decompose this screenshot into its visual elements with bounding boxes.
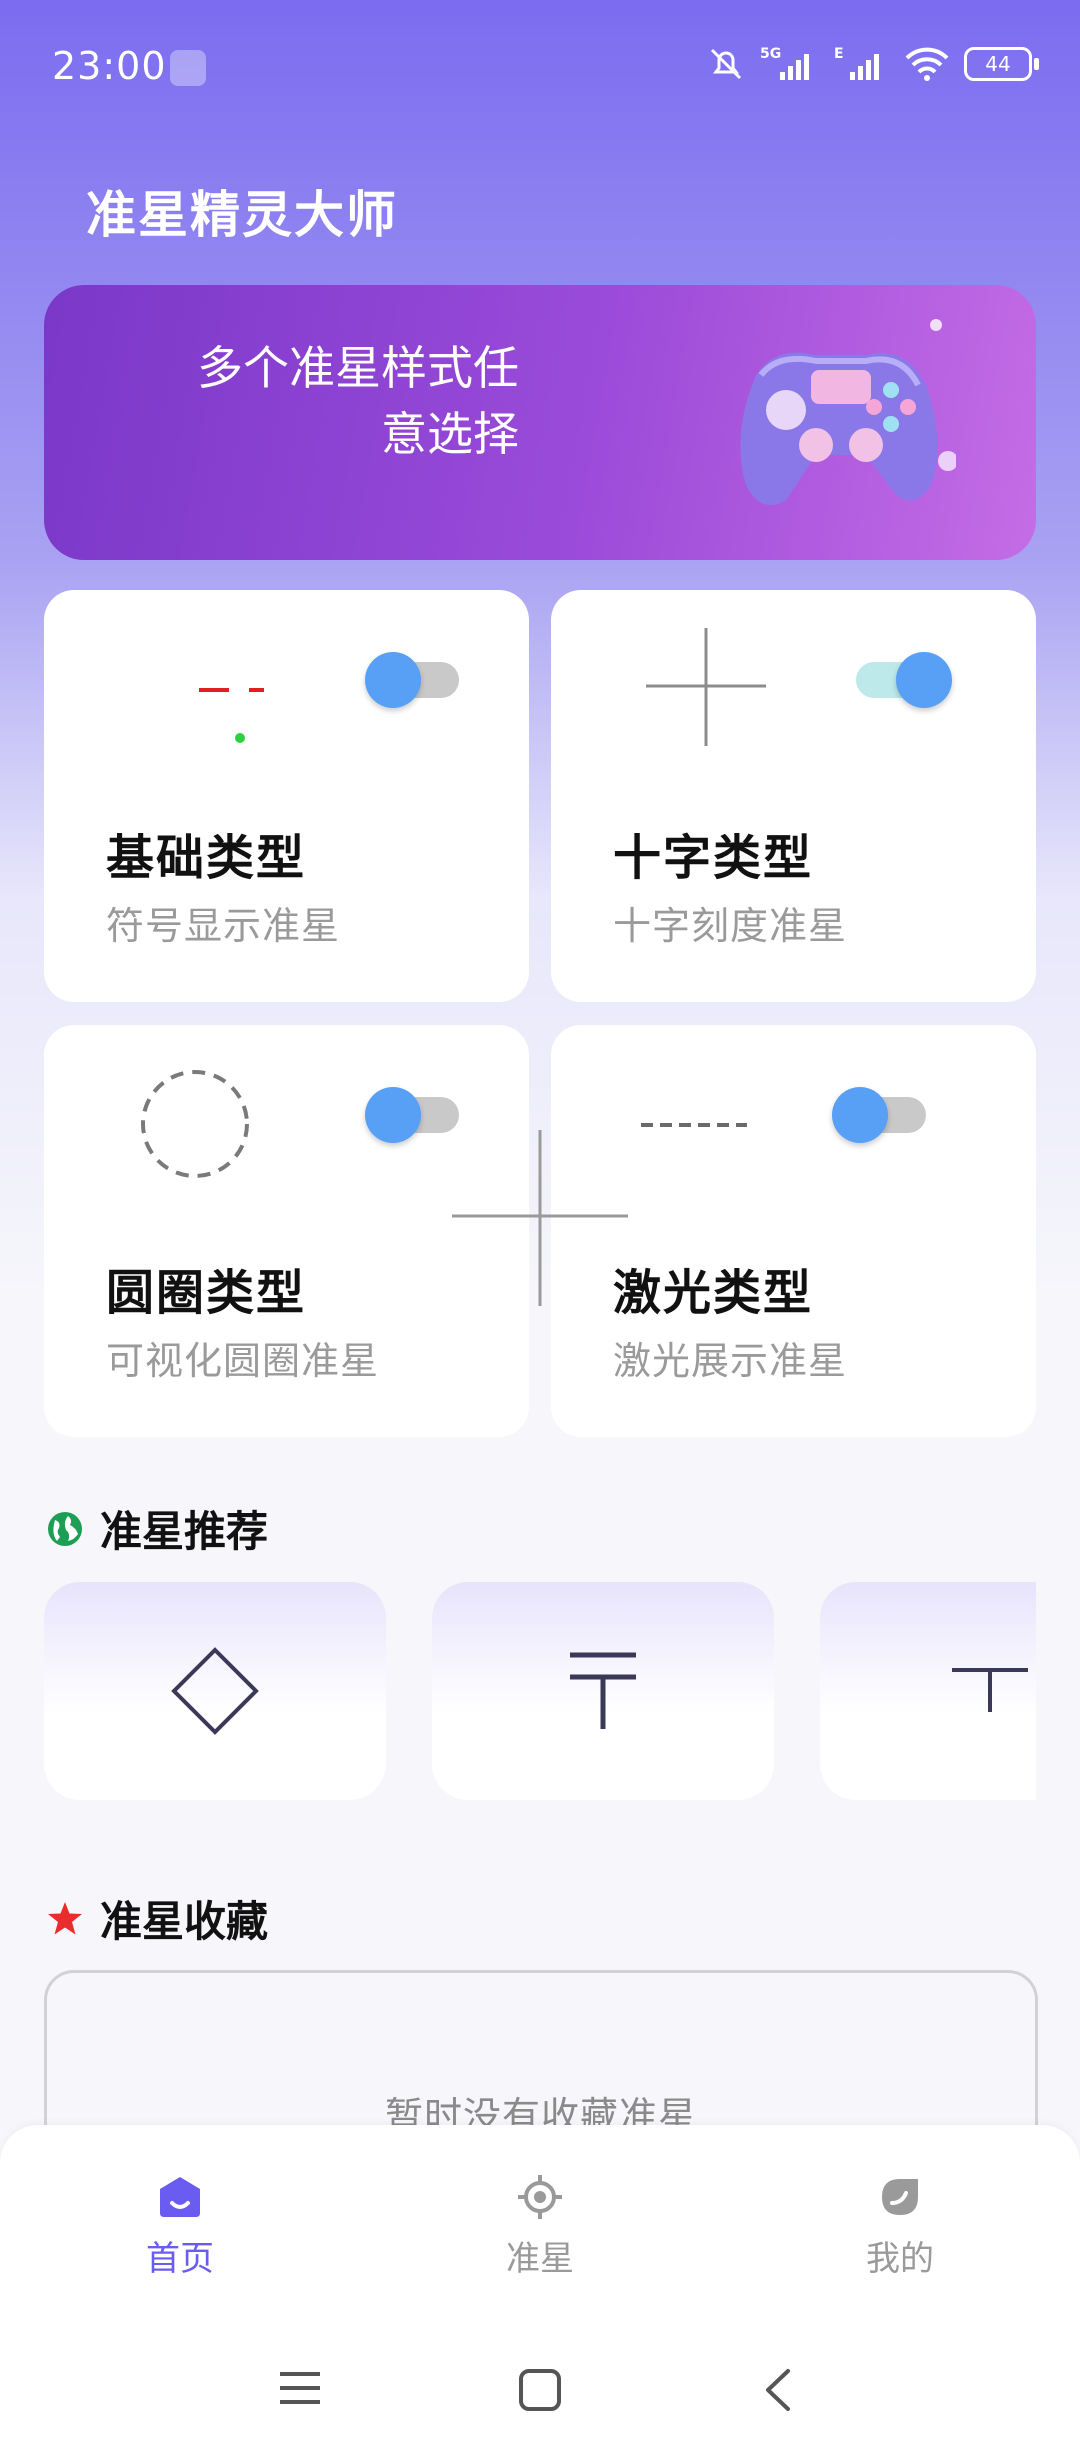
tab-label: 首页 (146, 2239, 214, 2279)
toggle-knob (365, 652, 421, 708)
wifi-icon (905, 47, 949, 81)
recommend-item[interactable] (44, 1582, 386, 1800)
back-icon[interactable] (758, 2368, 798, 2412)
svg-text:5G: 5G (760, 46, 781, 62)
status-time: 23:00 (52, 44, 167, 88)
signal-5g-icon: 5G (760, 46, 809, 80)
crosshair-icon (518, 2175, 562, 2219)
tab-profile[interactable]: 我的 (800, 2173, 1000, 2280)
card-subtitle: 激光展示准星 (613, 1339, 848, 1383)
laser-type-toggle[interactable] (832, 1087, 926, 1143)
circle-crosshair-icon (141, 1070, 249, 1178)
card-subtitle: 可视化圆圈准星 (106, 1339, 380, 1383)
card-title: 激光类型 (613, 1265, 814, 1321)
star-icon (48, 1901, 82, 1934)
recommend-item[interactable] (820, 1582, 1036, 1800)
tab-label: 准星 (506, 2239, 574, 2279)
wrench-icon (170, 50, 206, 86)
basic-crosshair-icon (199, 688, 264, 743)
toggle-knob (896, 652, 952, 708)
toggle-knob (832, 1087, 888, 1143)
recommend-title: 准星推荐 (100, 1507, 269, 1556)
basic-type-toggle[interactable] (365, 652, 459, 708)
menu-icon[interactable] (278, 2368, 322, 2408)
status-bar: 23:00 5G E 44 (0, 0, 1080, 136)
active-crosshair-overlay (452, 1130, 628, 1306)
battery-icon: 44 (964, 47, 1039, 81)
svg-text:E: E (834, 46, 844, 62)
card-subtitle: 十字刻度准星 (613, 904, 848, 948)
recommend-item[interactable] (432, 1582, 774, 1800)
signal-e-icon: E (834, 46, 879, 80)
mute-bell-icon (710, 48, 742, 80)
favorites-title: 准星收藏 (100, 1897, 269, 1946)
recommend-header: 准星推荐 (46, 1498, 268, 1559)
banner-text: 多个准星样式任 意选择 (124, 335, 519, 467)
circle-type-toggle[interactable] (365, 1087, 459, 1143)
cross-crosshair-icon (646, 628, 766, 746)
home-square-icon[interactable] (518, 2368, 562, 2412)
banner-line-2: 意选择 (381, 407, 519, 461)
gamepad-icon (740, 319, 956, 505)
card-title: 圆圈类型 (106, 1265, 307, 1321)
globe-icon (48, 1511, 82, 1546)
toggle-knob (365, 1087, 421, 1143)
favorites-header: 准星收藏 (46, 1888, 268, 1949)
card-subtitle: 符号显示准星 (106, 904, 341, 948)
banner-line-1: 多个准星样式任 (197, 341, 519, 395)
banner[interactable]: 多个准星样式任 意选择 (44, 285, 1036, 560)
status-icons: 5G E 44 (706, 44, 1039, 84)
tab-home[interactable]: 首页 (80, 2173, 280, 2280)
diamond-crosshair-icon (171, 1647, 259, 1735)
profile-icon (882, 2179, 918, 2215)
tab-crosshair[interactable]: 准星 (440, 2173, 640, 2280)
card-title: 基础类型 (106, 830, 307, 886)
card-basic-type[interactable]: 基础类型 符号显示准星 (44, 590, 529, 1002)
cross-type-toggle[interactable] (856, 652, 952, 708)
double-tee-crosshair-icon (570, 1652, 636, 1729)
home-icon (160, 2177, 200, 2217)
laser-crosshair-icon (641, 1123, 747, 1127)
recommend-list (44, 1582, 1036, 1800)
app-title: 准星精灵大师 (86, 186, 398, 244)
card-cross-type[interactable]: 十字类型 十字刻度准星 (551, 590, 1036, 1002)
card-title: 十字类型 (613, 830, 814, 886)
tee-crosshair-icon (952, 1668, 1028, 1712)
tab-label: 我的 (866, 2239, 934, 2279)
